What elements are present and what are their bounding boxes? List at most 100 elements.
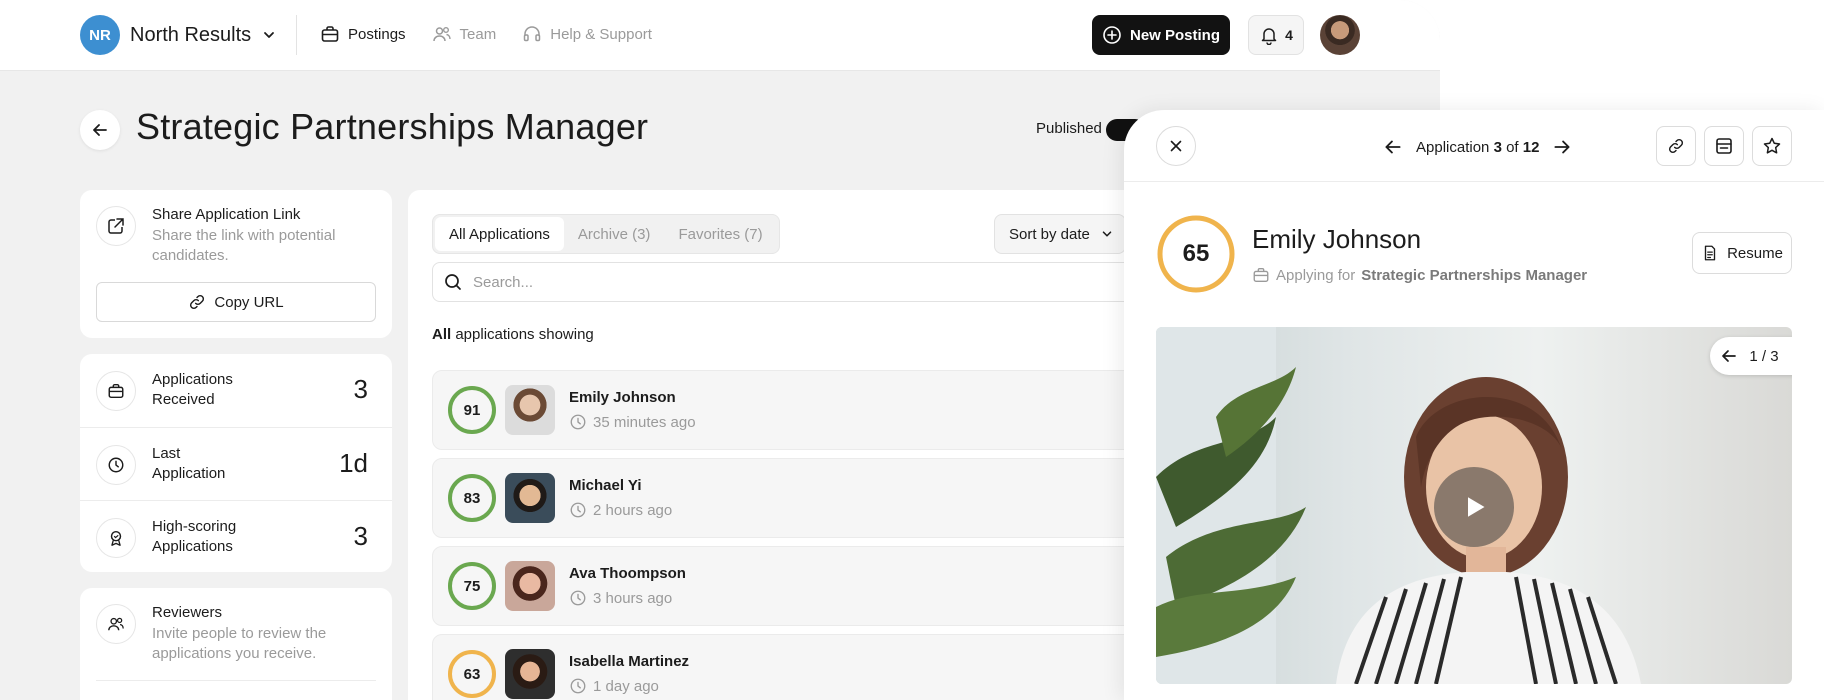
pager-of: of xyxy=(1506,138,1519,156)
arrow-left-icon[interactable] xyxy=(1382,136,1404,158)
pager-index: 3 xyxy=(1493,138,1502,156)
candidate-photo xyxy=(505,561,555,611)
new-posting-button[interactable]: New Posting xyxy=(1092,15,1230,55)
nav-item-team[interactable]: Team xyxy=(432,24,496,44)
team-icon xyxy=(108,617,124,631)
share-title: Share Application Link xyxy=(152,206,301,223)
plus-circle-icon xyxy=(1103,26,1121,44)
share-link-card: Share Application Link Share the link wi… xyxy=(80,190,392,338)
candidate-name: Isabella Martinez xyxy=(569,653,690,670)
media-counter-text: 1 / 3 xyxy=(1749,347,1779,365)
pager-prefix: Application xyxy=(1416,138,1490,156)
panel-header: Application 3 of 12 xyxy=(1124,110,1824,182)
reviewers-subtitle: Invite people to review the applications… xyxy=(152,625,327,662)
main-nav: Postings Team Help & Support xyxy=(320,24,652,44)
pager-total: 12 xyxy=(1522,138,1540,156)
time-label: 3 hours ago xyxy=(593,589,673,607)
application-row[interactable]: 91 Emily Johnson 35 minutes ago xyxy=(432,370,1152,450)
stat-icon-wrap xyxy=(96,518,136,558)
team-icon xyxy=(432,27,451,42)
score-value: 65 xyxy=(1182,240,1210,267)
arrow-right-icon[interactable] xyxy=(1551,136,1573,158)
share-icon-wrap xyxy=(96,206,136,246)
briefcase-icon xyxy=(321,26,339,42)
favorite-button[interactable] xyxy=(1752,126,1792,166)
reviewers-title: Reviewers xyxy=(152,604,223,621)
search-input[interactable]: Search... xyxy=(432,262,1132,302)
showing-rest: applications showing xyxy=(451,326,594,343)
notifications-button[interactable]: 4 xyxy=(1248,15,1304,55)
chevron-down-icon xyxy=(264,32,275,38)
score-value: 75 xyxy=(463,577,481,595)
stat-row: High-scoring Applications 3 xyxy=(80,500,392,573)
clock-icon xyxy=(570,590,586,606)
time-label: 2 hours ago xyxy=(593,501,673,519)
tab-archive[interactable]: Archive (3) xyxy=(564,217,665,251)
stat-icon-wrap xyxy=(96,445,136,485)
share-subtitle: Share the link with potential candidates… xyxy=(152,227,336,264)
search-icon xyxy=(445,274,461,290)
close-button[interactable] xyxy=(1156,126,1196,166)
candidate-time: 3 hours ago xyxy=(569,589,672,607)
application-pager: Application 3 of 12 xyxy=(1382,136,1573,158)
time-label: 1 day ago xyxy=(593,677,659,695)
nav-item-postings[interactable]: Postings xyxy=(320,24,406,44)
application-row[interactable]: 83 Michael Yi 2 hours ago xyxy=(432,458,1152,538)
page-title: Strategic Partnerships Manager xyxy=(136,106,649,147)
resume-button[interactable]: Resume xyxy=(1692,232,1792,274)
applying-for: Applying for Strategic Partnerships Mana… xyxy=(1252,266,1587,284)
archive-button[interactable] xyxy=(1704,126,1744,166)
candidate-name: Ava Thoompson xyxy=(569,565,686,582)
pager-text: Application 3 of 12 xyxy=(1416,139,1539,156)
org-switcher[interactable]: NR North Results xyxy=(80,15,277,55)
stat-icon-wrap xyxy=(96,371,136,411)
tab-all-applications[interactable]: All Applications xyxy=(435,217,564,251)
stat-label: Last Application xyxy=(152,445,226,482)
copy-url-button[interactable]: Copy URL xyxy=(96,282,376,322)
play-icon xyxy=(1468,497,1485,517)
stats-card: Applications Received 3 Last Application… xyxy=(80,354,392,572)
application-row[interactable]: 63 Isabella Martinez 1 day ago xyxy=(432,634,1152,700)
video-player[interactable]: 1 / 3 xyxy=(1156,327,1792,684)
copy-link-button[interactable] xyxy=(1656,126,1696,166)
play-button[interactable] xyxy=(1434,467,1514,547)
arrow-right-icon[interactable] xyxy=(1789,346,1792,366)
link-icon xyxy=(190,294,205,310)
bell-icon xyxy=(1261,28,1277,45)
sort-dropdown[interactable]: Sort by date xyxy=(994,214,1126,254)
divider xyxy=(296,15,297,55)
stat-row: Applications Received 3 xyxy=(80,354,392,427)
org-name: North Results xyxy=(130,23,252,46)
copy-url-label: Copy URL xyxy=(214,293,284,311)
clock-icon xyxy=(570,414,586,430)
document-icon xyxy=(1704,245,1716,261)
score-value: 91 xyxy=(463,401,481,419)
chevron-down-icon xyxy=(1102,231,1112,237)
showing-bold: All xyxy=(432,326,452,343)
stat-value: 3 xyxy=(353,521,368,551)
stat-label: High-scoring Applications xyxy=(152,518,237,555)
arrow-left-icon xyxy=(93,124,107,136)
application-row[interactable]: 75 Ava Thoompson 3 hours ago xyxy=(432,546,1152,626)
tab-favorites[interactable]: Favorites (7) xyxy=(664,217,776,251)
reviewers-card: Reviewers Invite people to review the ap… xyxy=(80,588,392,700)
score-value: 83 xyxy=(463,489,481,507)
clock-icon xyxy=(570,678,586,694)
divider xyxy=(96,680,376,681)
candidate-time: 2 hours ago xyxy=(569,501,672,519)
nav-item-help[interactable]: Help & Support xyxy=(522,24,652,44)
notification-count: 4 xyxy=(1285,27,1293,43)
candidate-name: Michael Yi xyxy=(569,477,642,494)
stat-value: 1d xyxy=(339,448,368,478)
back-button[interactable] xyxy=(80,110,120,150)
showing-text: All applications showing xyxy=(432,326,594,343)
user-avatar[interactable] xyxy=(1320,15,1360,55)
arrow-left-icon[interactable] xyxy=(1719,346,1739,366)
resume-label: Resume xyxy=(1727,244,1783,262)
time-label: 35 minutes ago xyxy=(593,413,696,431)
top-bar: NR North Results Postings Team Help & Su… xyxy=(0,0,1440,70)
published-label: Published xyxy=(1036,120,1102,137)
candidate-name: Emily Johnson xyxy=(1252,224,1422,254)
nav-label: Help & Support xyxy=(550,25,652,43)
clock-icon xyxy=(108,457,124,473)
